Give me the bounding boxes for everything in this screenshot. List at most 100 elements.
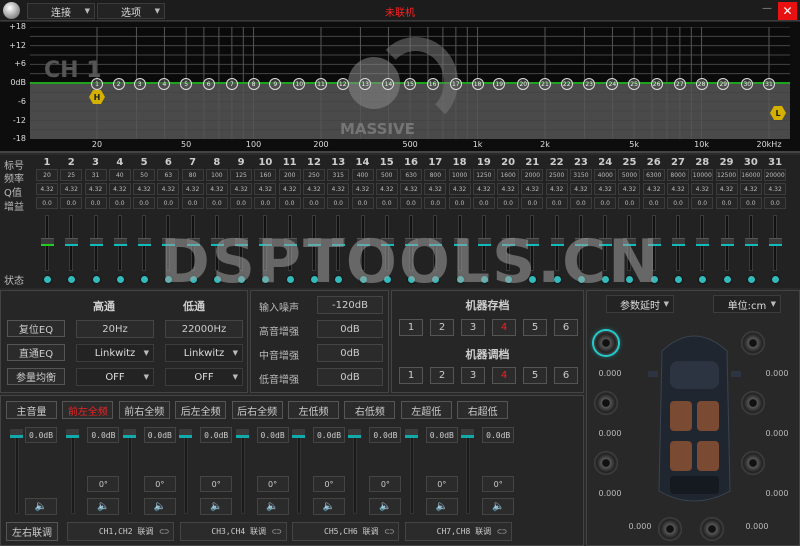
volume-slider-thumb[interactable] bbox=[292, 429, 305, 438]
speaker-icon[interactable] bbox=[594, 391, 618, 415]
minimize-button[interactable]: — bbox=[762, 3, 772, 14]
volume-slider-thumb[interactable] bbox=[235, 429, 249, 438]
channel-button[interactable]: 前左全频 bbox=[62, 401, 114, 419]
volume-slider-thumb[interactable] bbox=[461, 429, 475, 438]
eq-band-node[interactable]: 5 bbox=[180, 78, 193, 90]
eq-band-node[interactable]: 18 bbox=[471, 78, 484, 90]
eq-band-node[interactable]: 25 bbox=[628, 78, 641, 90]
channel-link-button[interactable]: CH1,CH2 联调 ⊂⊃ bbox=[67, 522, 174, 541]
lowpass-slope-dropdown[interactable]: OFF ▼ bbox=[165, 368, 243, 386]
band-freq-input[interactable]: 50 bbox=[133, 169, 156, 181]
eq-band-node[interactable]: 8 bbox=[247, 78, 260, 90]
band-q-input[interactable]: 4.32 bbox=[181, 183, 204, 195]
delay-value[interactable]: 0.000 bbox=[757, 489, 797, 498]
band-gain-input[interactable]: 0.0 bbox=[36, 197, 58, 209]
band-q-input[interactable]: 4.32 bbox=[108, 183, 131, 195]
band-q-input[interactable]: 4.32 bbox=[230, 183, 253, 195]
band-freq-input[interactable]: 250 bbox=[302, 169, 325, 181]
eq-band-node[interactable]: 24 bbox=[606, 78, 619, 90]
load-preset-button[interactable]: 2 bbox=[430, 367, 454, 384]
band-gain-input[interactable]: 0.0 bbox=[60, 197, 83, 209]
channel-button[interactable]: 右超低 bbox=[457, 401, 509, 419]
band-freq-input[interactable]: 3150 bbox=[569, 169, 592, 181]
band-freq-input[interactable]: 63 bbox=[157, 169, 180, 181]
channel-button[interactable]: 右低频 bbox=[344, 401, 396, 419]
volume-slider-track[interactable] bbox=[466, 431, 471, 514]
band-gain-slider-thumb[interactable] bbox=[720, 238, 734, 246]
phase-input[interactable]: 0° bbox=[313, 476, 345, 492]
band-gain-input[interactable]: 0.0 bbox=[715, 197, 738, 209]
speaker-icon[interactable] bbox=[741, 391, 765, 415]
load-preset-button[interactable]: 1 bbox=[399, 367, 423, 384]
band-gain-input[interactable]: 0.0 bbox=[351, 197, 374, 209]
eq-band-node[interactable]: 26 bbox=[650, 78, 663, 90]
band-freq-input[interactable]: 100 bbox=[205, 169, 228, 181]
band-gain-input[interactable]: 0.0 bbox=[667, 197, 690, 209]
delay-value[interactable]: 0.000 bbox=[737, 522, 777, 531]
band-gain-slider-thumb[interactable] bbox=[41, 238, 54, 246]
band-gain-input[interactable]: 0.0 bbox=[642, 197, 665, 209]
band-gain-slider-thumb[interactable] bbox=[672, 238, 686, 246]
options-dropdown[interactable]: 选项 ▼ bbox=[97, 3, 165, 19]
band-q-input[interactable]: 4.32 bbox=[157, 183, 180, 195]
band-freq-input[interactable]: 160 bbox=[254, 169, 277, 181]
eq-band-node[interactable]: 19 bbox=[493, 78, 506, 90]
band-freq-input[interactable]: 5000 bbox=[618, 169, 641, 181]
band-freq-input[interactable]: 1600 bbox=[497, 169, 520, 181]
eq-band-node[interactable]: 22 bbox=[560, 78, 573, 90]
band-q-input[interactable]: 4.32 bbox=[497, 183, 520, 195]
phase-input[interactable]: 0° bbox=[256, 476, 289, 492]
eq-band-node[interactable]: 20 bbox=[517, 78, 530, 90]
band-q-input[interactable]: 4.32 bbox=[618, 183, 641, 195]
band-state-indicator[interactable] bbox=[772, 276, 780, 283]
eq-band-node[interactable]: 2 bbox=[112, 78, 125, 90]
eq-band-node[interactable]: 17 bbox=[449, 78, 462, 90]
band-q-input[interactable]: 4.32 bbox=[691, 183, 714, 195]
phase-input[interactable]: 0° bbox=[87, 476, 120, 492]
band-freq-input[interactable]: 800 bbox=[424, 169, 447, 181]
band-gain-input[interactable]: 0.0 bbox=[764, 197, 787, 209]
enhance-value-input[interactable]: -120dB bbox=[317, 296, 383, 314]
band-gain-input[interactable]: 0.0 bbox=[739, 197, 762, 209]
volume-slider-thumb[interactable] bbox=[179, 429, 193, 438]
band-freq-input[interactable]: 200 bbox=[278, 169, 301, 181]
band-gain-input[interactable]: 0.0 bbox=[327, 197, 350, 209]
band-gain-input[interactable]: 0.0 bbox=[278, 197, 301, 209]
band-gain-slider-thumb[interactable] bbox=[65, 238, 79, 246]
highpass-slope-dropdown[interactable]: OFF ▼ bbox=[76, 368, 154, 386]
band-freq-input[interactable]: 1000 bbox=[448, 169, 471, 181]
band-q-input[interactable]: 4.32 bbox=[278, 183, 301, 195]
band-q-input[interactable]: 4.32 bbox=[400, 183, 423, 195]
lr-link-button[interactable]: 左右联调 bbox=[6, 522, 58, 541]
channel-link-button[interactable]: CH3,CH4 联调 ⊂⊃ bbox=[179, 522, 287, 541]
band-freq-input[interactable]: 1250 bbox=[472, 169, 495, 181]
save-preset-button[interactable]: 1 bbox=[399, 319, 423, 336]
band-freq-input[interactable]: 315 bbox=[327, 169, 350, 181]
enhance-value-input[interactable]: 0dB bbox=[317, 344, 383, 362]
phase-input[interactable]: 0° bbox=[369, 476, 402, 492]
band-gain-slider-thumb[interactable] bbox=[113, 238, 127, 246]
band-q-input[interactable]: 4.32 bbox=[545, 183, 568, 195]
band-gain-input[interactable]: 0.0 bbox=[545, 197, 568, 209]
mute-speaker-icon[interactable]: 🔈 bbox=[200, 498, 233, 515]
eq-band-node[interactable]: 23 bbox=[583, 78, 596, 90]
band-gain-input[interactable]: 0.0 bbox=[108, 197, 131, 209]
band-freq-input[interactable]: 20 bbox=[36, 169, 58, 181]
eq-band-node[interactable]: 31 bbox=[763, 78, 775, 90]
band-freq-input[interactable]: 12500 bbox=[715, 169, 738, 181]
band-freq-input[interactable]: 2000 bbox=[521, 169, 544, 181]
mute-speaker-icon[interactable]: 🔈 bbox=[482, 498, 515, 515]
band-gain-input[interactable]: 0.0 bbox=[618, 197, 641, 209]
band-gain-slider-thumb[interactable] bbox=[769, 238, 783, 246]
band-freq-input[interactable]: 40 bbox=[108, 169, 131, 181]
delay-mode-dropdown[interactable]: 参数延时 ▼ bbox=[606, 295, 674, 313]
load-preset-button[interactable]: 6 bbox=[554, 367, 578, 384]
band-gain-input[interactable]: 0.0 bbox=[497, 197, 520, 209]
volume-slider-track[interactable] bbox=[71, 431, 76, 514]
band-freq-input[interactable]: 2500 bbox=[545, 169, 568, 181]
speaker-icon[interactable] bbox=[741, 451, 765, 475]
band-q-input[interactable]: 4.32 bbox=[205, 183, 228, 195]
band-q-input[interactable]: 4.32 bbox=[133, 183, 156, 195]
volume-slider-track[interactable] bbox=[15, 431, 19, 514]
volume-slider-track[interactable] bbox=[353, 431, 358, 514]
